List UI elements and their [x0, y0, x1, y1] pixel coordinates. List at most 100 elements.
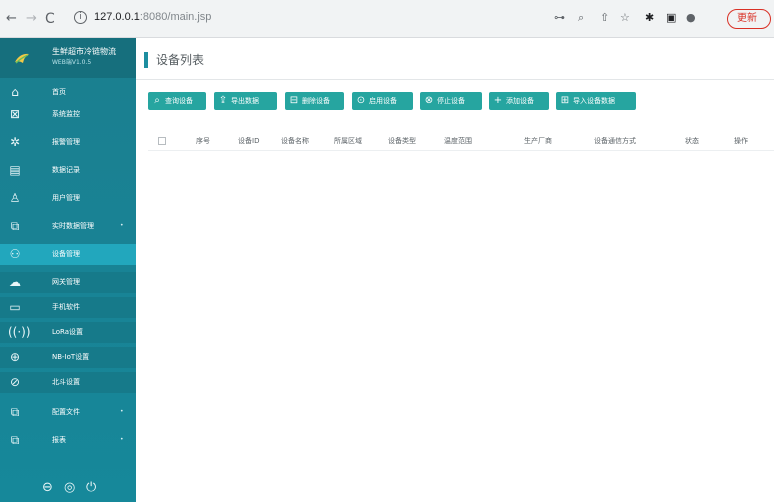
sidebar-item-label: 北斗设置 — [52, 378, 80, 386]
button-label: 停止设备 — [437, 97, 465, 105]
alarm-icon: ✲ — [9, 135, 21, 149]
report-icon: ⧉ — [10, 433, 20, 447]
column-header[interactable]: 状态 — [685, 136, 699, 146]
sidebar-item-label: 系统监控 — [52, 110, 80, 118]
sidebar-item-label: 数据记录 — [52, 166, 80, 174]
settings-icon[interactable]: ◎ — [64, 481, 75, 495]
column-header[interactable]: 设备类型 — [388, 136, 416, 146]
leaf-logo-icon — [15, 53, 29, 64]
main-content: 设备列表 ⌕ 查询设备 ⇪ 导出数据 ⊟ 删除设备 ⊙ 启用设备 ⊗ 停止设备 … — [136, 38, 774, 502]
plus-icon: + — [493, 95, 503, 106]
record-icon: ▤ — [9, 163, 21, 177]
phone-icon: ▭ — [9, 300, 21, 314]
sidebar-item-alarm[interactable]: ✲ 报警管理 — [0, 132, 136, 153]
brand-header: 生鲜超市冷链物流 WEB端V1.0.5 — [0, 38, 136, 78]
chevron-right-icon: • — [120, 436, 124, 443]
stop-device-button[interactable]: ⊗ 停止设备 — [420, 92, 482, 110]
enable-icon: ⊙ — [356, 95, 366, 106]
sidebar-item-monitor[interactable]: ⊠ 系统监控 — [0, 104, 136, 125]
sidebar-footer: ⊖ ◎ ⏻ — [0, 476, 136, 502]
column-header[interactable]: 操作 — [734, 136, 748, 146]
export-icon: ⇪ — [218, 95, 228, 106]
lora-icon: ((·)) — [8, 325, 31, 339]
button-label: 导入设备数据 — [573, 97, 615, 105]
chevron-right-icon: • — [120, 408, 124, 415]
column-header[interactable]: 序号 — [196, 136, 210, 146]
browser-toolbar: ← → C i 127.0.0.1:8080/main.jsp ⊶ ⌕ ⇧ ☆ … — [0, 0, 774, 38]
sidebar-item-nbiot[interactable]: ⊕ NB-IoT设置 — [0, 347, 136, 368]
sidebar-item-config[interactable]: ⧉ 配置文件 • — [0, 402, 136, 423]
column-header[interactable]: 生产厂商 — [524, 136, 552, 146]
password-key-icon[interactable]: ⊶ — [554, 11, 565, 25]
sidebar-item-label: NB-IoT设置 — [52, 353, 90, 361]
sidebar-item-label: 报警管理 — [52, 138, 80, 146]
sidebar-item-label: 报表 — [52, 436, 66, 444]
add-device-button[interactable]: + 添加设备 — [489, 92, 549, 110]
home-icon: ⌂ — [11, 85, 19, 99]
app-name: 生鲜超市冷链物流 — [52, 47, 116, 56]
reload-icon[interactable]: C — [45, 11, 55, 27]
extensions-icon[interactable]: ✱ — [645, 11, 654, 25]
sidebar-item-label: 用户管理 — [52, 194, 80, 202]
export-data-button[interactable]: ⇪ 导出数据 — [214, 92, 277, 110]
sidebar-item-beidou[interactable]: ⊘ 北斗设置 — [0, 372, 136, 393]
stop-icon: ⊗ — [424, 95, 434, 106]
table-body — [148, 152, 774, 502]
select-all-checkbox[interactable] — [158, 137, 166, 145]
share-icon[interactable]: ⇧ — [600, 11, 609, 25]
forward-arrow-icon[interactable]: → — [26, 11, 37, 27]
page-title: 设备列表 — [156, 53, 205, 67]
satellite-icon: ⊘ — [9, 375, 21, 389]
power-icon[interactable]: ⏻ — [86, 481, 96, 495]
import-device-data-button[interactable]: ⊞ 导入设备数据 — [556, 92, 636, 110]
address-url[interactable]: 127.0.0.1:8080/main.jsp — [94, 11, 211, 23]
monitor-icon: ⊠ — [9, 107, 21, 121]
sidebar-item-label: 手机软件 — [52, 303, 80, 311]
search-icon: ⌕ — [154, 95, 160, 106]
sidebar: 生鲜超市冷链物流 WEB端V1.0.5 ⌂ 首页 ⊠ 系统监控 ✲ 报警管理 ▤… — [0, 38, 136, 502]
sidebar-item-label: LoRa设置 — [52, 328, 84, 336]
sidebar-item-records[interactable]: ▤ 数据记录 — [0, 160, 136, 181]
sidebar-item-users[interactable]: ♙ 用户管理 — [0, 188, 136, 209]
button-label: 添加设备 — [506, 97, 534, 105]
update-button[interactable]: 更新 — [727, 9, 771, 29]
sidebar-item-lora[interactable]: ((·)) LoRa设置 — [0, 322, 136, 343]
zoom-icon[interactable]: ⌕ — [578, 11, 584, 25]
sidebar-item-label: 配置文件 — [52, 408, 80, 416]
sidebar-item-realtime-data[interactable]: ⧉ 实时数据管理 • — [0, 216, 136, 237]
query-device-button[interactable]: ⌕ 查询设备 — [148, 92, 206, 110]
device-icon: ⚇ — [9, 247, 21, 261]
button-label: 导出数据 — [231, 97, 259, 105]
config-icon: ⧉ — [10, 405, 20, 419]
chevron-right-icon: • — [120, 222, 124, 229]
column-header[interactable]: 温度范围 — [444, 136, 472, 146]
sidebar-item-label: 网关管理 — [52, 278, 80, 286]
back-arrow-icon[interactable]: ← — [6, 11, 17, 27]
page-header: 设备列表 — [136, 38, 774, 80]
sidebar-item-reports[interactable]: ⧉ 报表 • — [0, 430, 136, 451]
column-header[interactable]: 设备ID — [238, 136, 259, 146]
button-label: 删除设备 — [302, 97, 330, 105]
enable-device-button[interactable]: ⊙ 启用设备 — [352, 92, 413, 110]
delete-device-button[interactable]: ⊟ 删除设备 — [285, 92, 344, 110]
site-info-icon[interactable]: i — [74, 11, 87, 24]
delete-icon: ⊟ — [289, 95, 299, 106]
sidebar-item-gateway[interactable]: ☁ 网关管理 — [0, 272, 136, 293]
lock-icon[interactable]: ⊖ — [42, 481, 53, 495]
side-panel-icon[interactable]: ▣ — [666, 11, 676, 25]
button-label: 查询设备 — [165, 97, 193, 105]
data-icon: ⧉ — [10, 219, 20, 233]
title-accent-bar — [144, 52, 148, 68]
bookmark-star-icon[interactable]: ☆ — [620, 11, 630, 25]
column-header[interactable]: 所属区域 — [334, 136, 362, 146]
column-header[interactable]: 设备通信方式 — [594, 136, 636, 146]
import-icon: ⊞ — [560, 95, 570, 106]
sidebar-item-mobile-app[interactable]: ▭ 手机软件 — [0, 297, 136, 318]
sidebar-item-devices[interactable]: ⚇ 设备管理 — [0, 244, 136, 265]
sidebar-item-label: 首页 — [52, 88, 66, 96]
sidebar-item-home[interactable]: ⌂ 首页 — [0, 82, 136, 103]
sidebar-item-label: 实时数据管理 — [52, 222, 94, 230]
column-header[interactable]: 设备名称 — [281, 136, 309, 146]
sidebar-item-label: 设备管理 — [52, 250, 80, 258]
profile-avatar-icon[interactable]: ● — [686, 11, 696, 25]
